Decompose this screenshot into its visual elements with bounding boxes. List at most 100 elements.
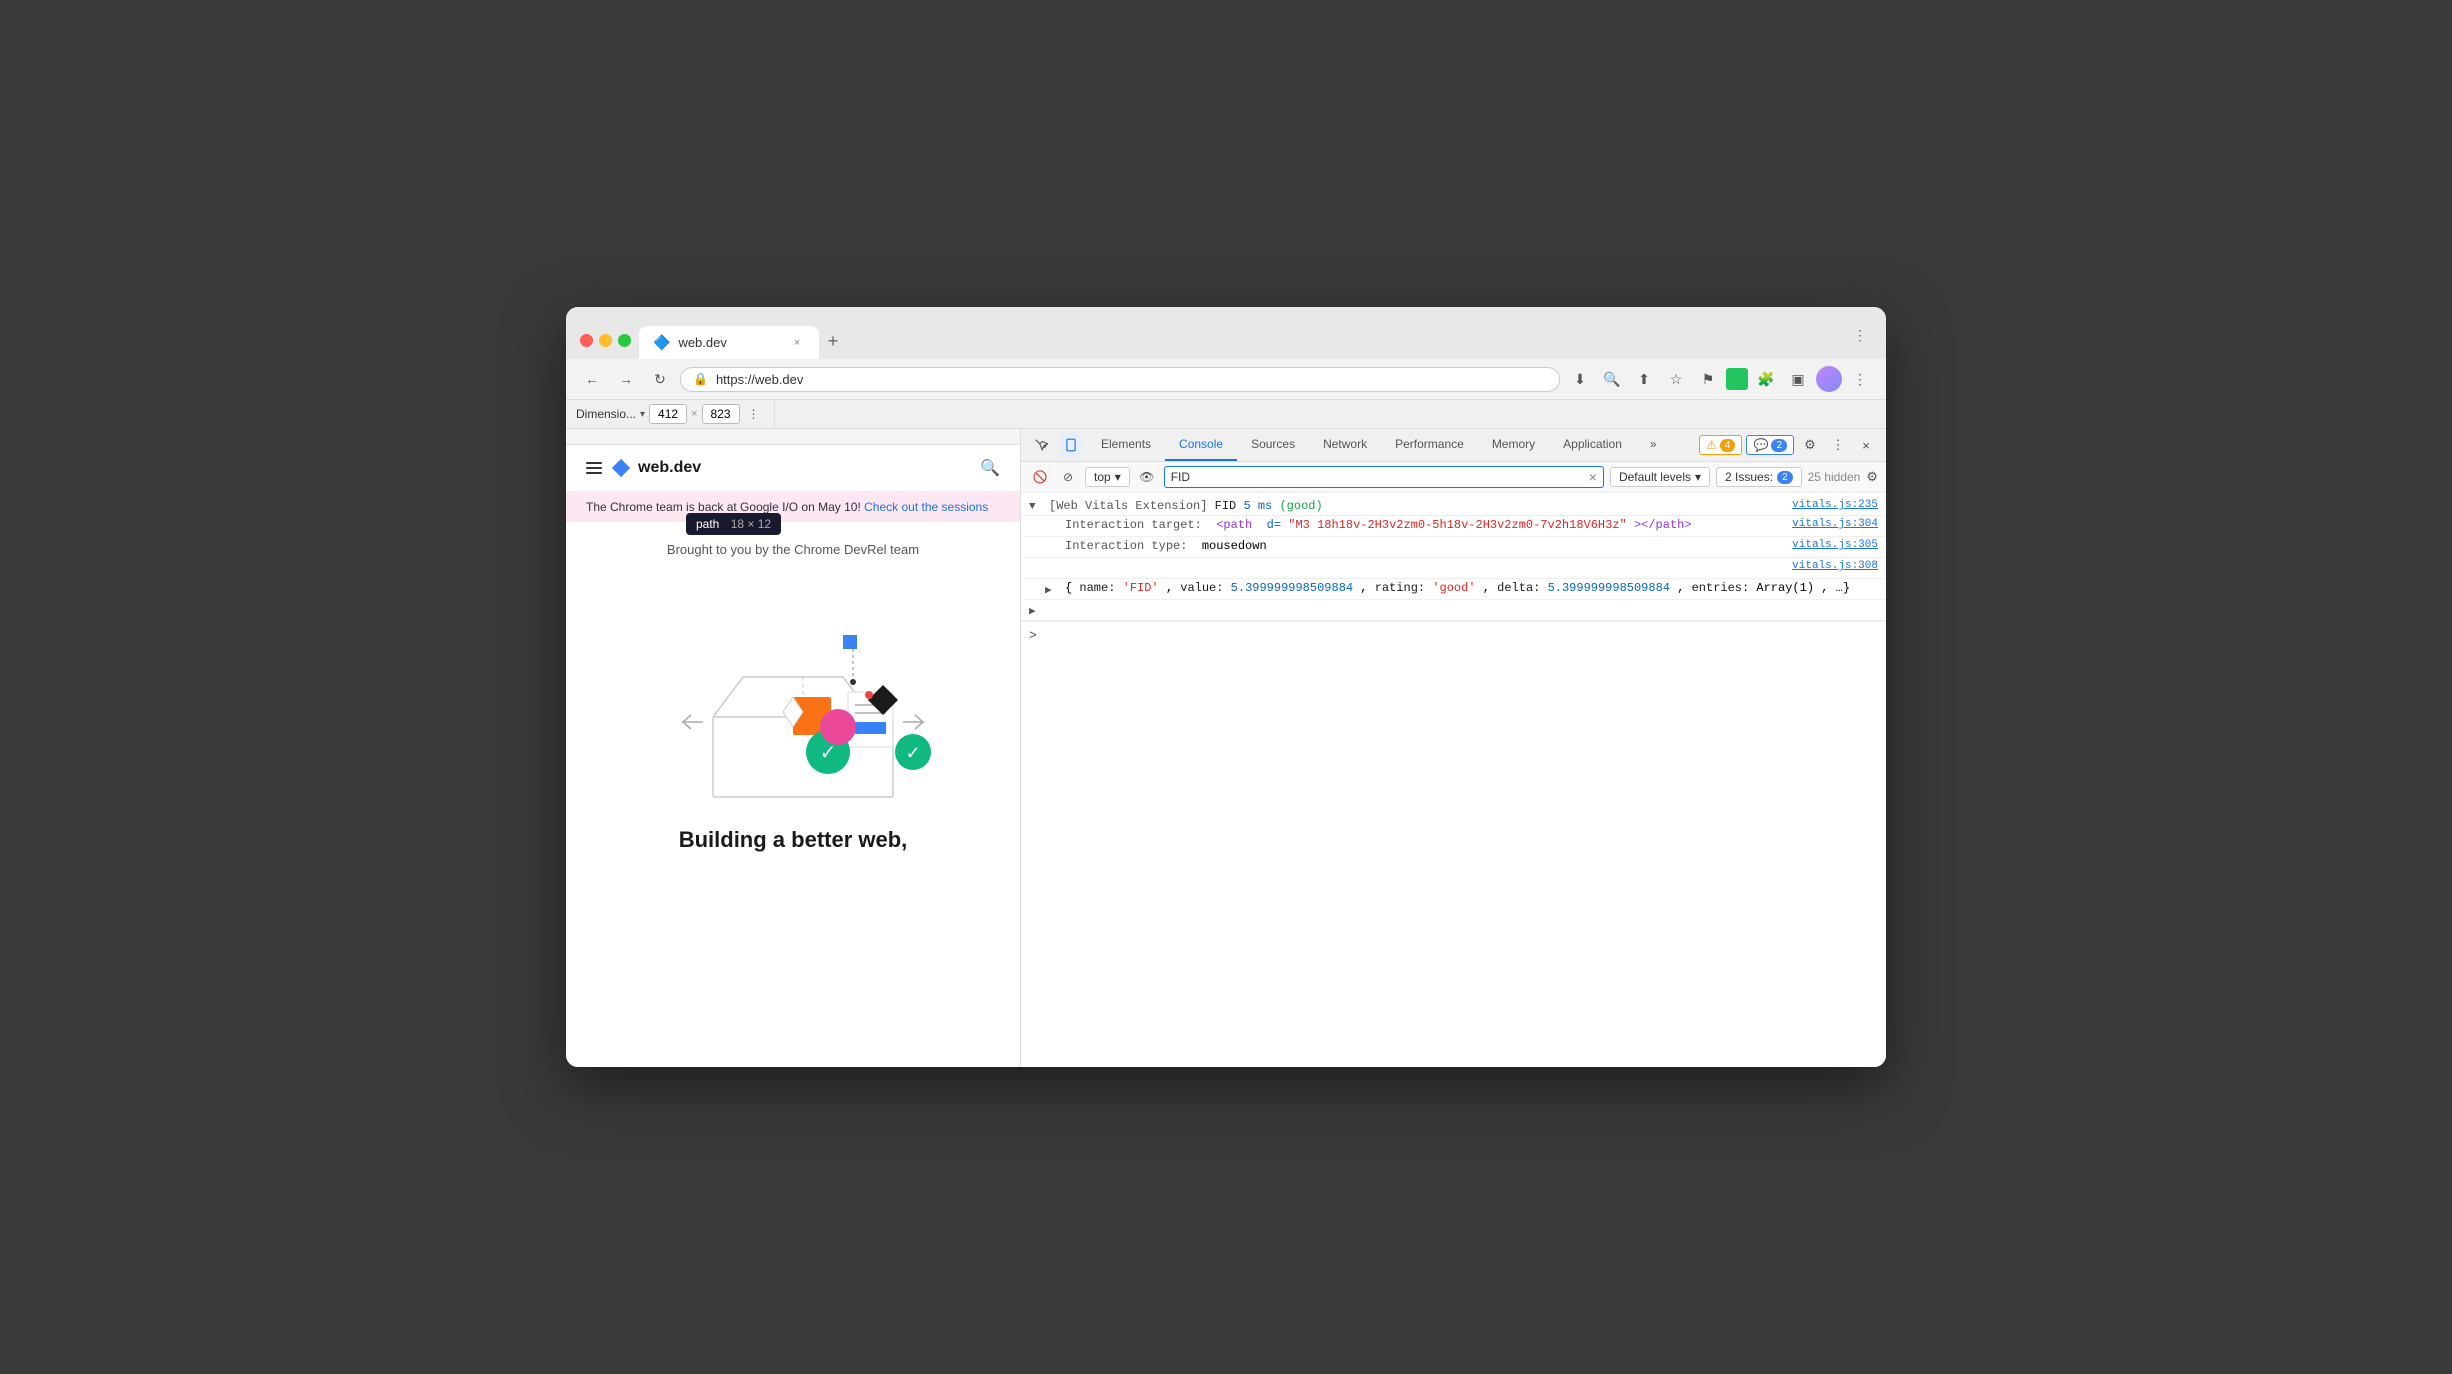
entry-object-arrow[interactable]: ▶ (1045, 583, 1057, 597)
obj-sep4: , (1677, 581, 1691, 595)
issues-button[interactable]: 2 Issues: 2 (1716, 467, 1802, 487)
sidebar-button[interactable]: ▣ (1784, 365, 1812, 393)
console-input[interactable] (1043, 629, 1878, 643)
devtools-icon-buttons (1029, 433, 1083, 457)
hidden-count-label: 25 hidden (1808, 470, 1861, 484)
tab-more[interactable]: » (1636, 429, 1671, 461)
close-window-button[interactable] (580, 334, 593, 347)
zoom-button[interactable]: 🔍 (1598, 365, 1626, 393)
browser-menu-button[interactable]: ⋮ (1846, 365, 1874, 393)
default-levels-label: Default levels (1619, 470, 1691, 484)
tab-elements[interactable]: Elements (1087, 429, 1165, 461)
tab-close-button[interactable]: × (789, 335, 805, 351)
flag-button[interactable]: ⚑ (1694, 365, 1722, 393)
svg-text:✓: ✓ (820, 742, 837, 764)
illustration-area: Brought to you by the Chrome DevRel team (566, 522, 1020, 873)
filter-icon-button[interactable]: ⊘ (1057, 466, 1079, 488)
element-tooltip: path 18 × 12 (686, 513, 781, 535)
entry-content-target: Interaction target: <path d= "M3 18h18v-… (1065, 518, 1784, 532)
height-input[interactable] (702, 404, 740, 424)
forward-button[interactable]: → (612, 365, 640, 393)
eye-button[interactable]: 👁 (1136, 466, 1158, 488)
warnings-button[interactable]: ⚠ 4 (1699, 435, 1742, 455)
browser-tab-active[interactable]: 🔷 web.dev × (639, 326, 819, 359)
banner-text: The Chrome team is back at Google I/O on… (586, 500, 861, 514)
issues-count-badge: 2 (1777, 471, 1793, 484)
context-value: top (1094, 470, 1111, 484)
filter-clear-button[interactable]: × (1589, 469, 1597, 485)
new-tab-button[interactable]: + (819, 327, 847, 355)
interaction-target-label: Interaction target: (1065, 518, 1209, 532)
dimension-label[interactable]: Dimensio... (576, 407, 636, 421)
obj-value-val: 5.399999998509884 (1231, 581, 1353, 595)
expand-arrow[interactable]: ▶ (1029, 604, 1041, 618)
tabs-area: 🔷 web.dev × + ⋮ (639, 323, 1872, 359)
obj-name-key: name: (1079, 581, 1122, 595)
announcement-banner: The Chrome team is back at Google I/O on… (566, 492, 1020, 522)
devtools-close-button[interactable]: × (1854, 433, 1878, 457)
building-text: Building a better web, (679, 827, 908, 853)
hamburger-menu-button[interactable] (586, 462, 602, 474)
issues-label: 2 Issues: (1725, 470, 1773, 484)
hamburger-line (586, 472, 602, 474)
address-bar[interactable]: 🔒 https://web.dev (680, 367, 1560, 392)
download-button[interactable]: ⬇ (1566, 365, 1594, 393)
tab-console[interactable]: Console (1165, 429, 1237, 461)
console-sub-entry-object: ▶ { name: 'FID' , value: 5.3999999985098… (1021, 579, 1886, 600)
back-button[interactable]: ← (578, 365, 606, 393)
window-controls-right: ⋮ (1848, 323, 1872, 359)
tab-network[interactable]: Network (1309, 429, 1381, 461)
devtools-more-button[interactable]: ⋮ (1826, 433, 1850, 457)
dimension-arrow[interactable]: ▾ (640, 409, 645, 420)
device-toolbar-button[interactable] (1059, 433, 1083, 457)
extension-active-indicator (1726, 368, 1748, 390)
source-link-304[interactable]: vitals.js:304 (1792, 518, 1878, 530)
obj-more: , …} (1821, 581, 1850, 595)
interaction-type-value: mousedown (1202, 539, 1267, 553)
tab-sources[interactable]: Sources (1237, 429, 1309, 461)
main-content: web.dev 🔍 path 18 × 12 The Chrome team i… (566, 429, 1886, 1067)
object-brace-open: { (1065, 581, 1072, 595)
clear-console-button[interactable]: 🚫 (1029, 466, 1051, 488)
maximize-window-button[interactable] (618, 334, 631, 347)
site-logo[interactable]: web.dev (610, 457, 701, 479)
tab-memory[interactable]: Memory (1478, 429, 1549, 461)
obj-sep2: , (1360, 581, 1374, 595)
filter-input[interactable] (1171, 470, 1585, 484)
dimension-more-button[interactable]: ⋮ (744, 407, 764, 421)
source-link-235[interactable]: vitals.js:235 (1792, 499, 1878, 511)
site-logo-area: web.dev (586, 457, 701, 479)
tab-application[interactable]: Application (1549, 429, 1636, 461)
lock-icon: 🔒 (693, 372, 708, 386)
profile-avatar[interactable] (1816, 366, 1842, 392)
obj-sep3: , (1483, 581, 1497, 595)
share-button[interactable]: ⬆ (1630, 365, 1658, 393)
console-entry-fid: ▼ [ Web Vitals Extension ] FID 5 ms (goo… (1021, 497, 1886, 516)
source-link-308[interactable]: vitals.js:308 (1792, 560, 1878, 572)
extensions-button[interactable]: 🧩 (1752, 365, 1780, 393)
tab-performance-label: Performance (1395, 437, 1464, 451)
refresh-button[interactable]: ↻ (646, 365, 674, 393)
hamburger-line (586, 467, 602, 469)
dimension-separator: × (691, 408, 697, 420)
warnings-badge: 4 (1720, 439, 1736, 452)
webpage-area: web.dev 🔍 path 18 × 12 The Chrome team i… (566, 429, 1021, 1067)
search-button[interactable]: 🔍 (980, 458, 1000, 478)
source-link-305[interactable]: vitals.js:305 (1792, 539, 1878, 551)
context-selector[interactable]: top ▾ (1085, 467, 1130, 487)
width-input[interactable] (649, 404, 687, 424)
devtools-settings-button[interactable]: ⚙ (1798, 433, 1822, 457)
window-menu-button[interactable]: ⋮ (1848, 323, 1872, 347)
entry-expand-arrow[interactable]: ▼ (1029, 501, 1041, 513)
html-tag-close: ></path> (1634, 518, 1692, 532)
bracket-close: ] (1200, 499, 1214, 513)
banner-link[interactable]: Check out the sessions (864, 500, 988, 514)
tab-performance[interactable]: Performance (1381, 429, 1478, 461)
inspect-element-button[interactable] (1029, 433, 1053, 457)
console-sub-entry-type: ▶ Interaction type: mousedown vitals.js:… (1021, 537, 1886, 558)
default-levels-selector[interactable]: Default levels ▾ (1610, 467, 1710, 487)
messages-button[interactable]: 💬 2 (1746, 435, 1794, 455)
bookmark-button[interactable]: ☆ (1662, 365, 1690, 393)
minimize-window-button[interactable] (599, 334, 612, 347)
console-settings-button[interactable]: ⚙ (1866, 469, 1878, 485)
